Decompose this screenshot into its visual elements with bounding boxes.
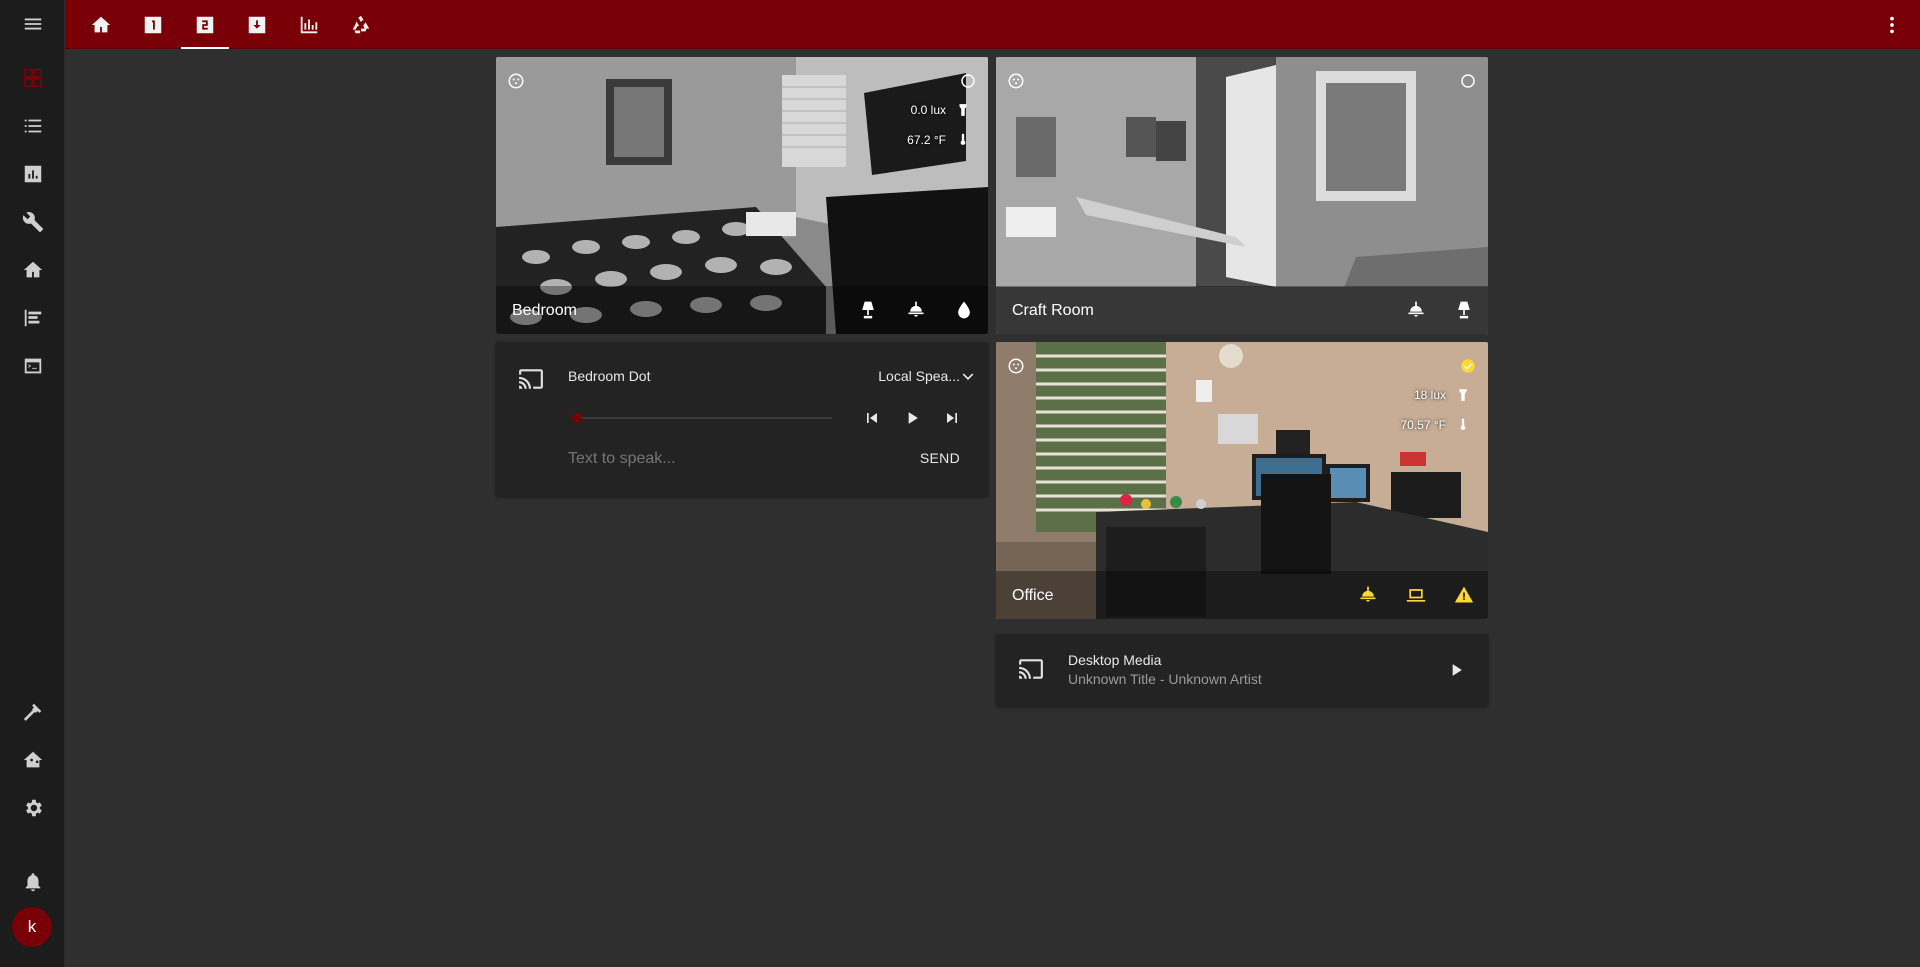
- history-icon: [24, 165, 41, 183]
- home-icon: [91, 16, 111, 32]
- tab-1[interactable]: [129, 0, 177, 49]
- picture-card-craft-room[interactable]: Craft Room: [996, 57, 1488, 334]
- lamp-toggle[interactable]: [1440, 286, 1488, 334]
- overview-icon: [23, 68, 42, 88]
- lamp-icon: [1458, 301, 1470, 319]
- sidebar-item-home[interactable]: [0, 246, 65, 294]
- laptop-toggle[interactable]: [1392, 571, 1440, 619]
- notifications-button[interactable]: [0, 858, 65, 906]
- status-circle-icon[interactable]: [1456, 69, 1480, 93]
- media-subtitle: Unknown Title - Unknown Artist: [1068, 671, 1262, 687]
- dots-vertical-icon: [1890, 16, 1894, 33]
- humidity-toggle[interactable]: [940, 286, 988, 334]
- lux-sensor[interactable]: 18 lux: [1414, 388, 1470, 402]
- laptop-icon: [1406, 589, 1426, 602]
- cast-icon: [1019, 659, 1043, 679]
- ceiling-light-toggle[interactable]: [892, 286, 940, 334]
- numeric-1-box-icon: [144, 16, 162, 33]
- home-assistant-icon: [23, 751, 42, 768]
- gear-icon: [25, 799, 42, 817]
- sidebar-item-overview[interactable]: [0, 54, 65, 102]
- alert-toggle[interactable]: [1440, 571, 1488, 619]
- sidebar-item-developer-tools[interactable]: [0, 688, 65, 736]
- avatar[interactable]: k: [12, 907, 52, 947]
- sidebar-item-grid[interactable]: [0, 294, 65, 342]
- flashlight-icon: [959, 104, 967, 116]
- temperature-value: 67.2 °F: [907, 133, 946, 147]
- ceiling-light-icon: [908, 301, 924, 317]
- numeric-2-box-icon: [196, 16, 214, 33]
- download-box-icon: [248, 16, 266, 33]
- card-title: Office: [1012, 587, 1054, 604]
- ceiling-light-toggle[interactable]: [1344, 571, 1392, 619]
- tab-home[interactable]: [77, 0, 125, 49]
- ceiling-light-toggle[interactable]: [1392, 286, 1440, 334]
- wrench-icon: [22, 212, 43, 233]
- lamp-toggle[interactable]: [844, 286, 892, 334]
- media-player-name: Desktop Media: [1068, 652, 1162, 668]
- ceiling-light-icon: [1360, 586, 1376, 602]
- thermometer-icon: [960, 133, 966, 145]
- top-app-bar: [65, 0, 1920, 49]
- alert-icon: [1454, 586, 1474, 603]
- skip-next-icon[interactable]: [942, 408, 962, 428]
- card-title: Bedroom: [512, 302, 577, 319]
- menu-icon: [24, 18, 41, 30]
- temperature-value: 70.57 °F: [1400, 418, 1447, 432]
- thermometer-icon: [1460, 418, 1466, 430]
- recycle-icon: [352, 15, 370, 33]
- grid-icon: [24, 309, 41, 327]
- flashlight-icon: [1459, 389, 1467, 401]
- sidebar-item-history[interactable]: [0, 150, 65, 198]
- terminal-icon: [24, 358, 41, 374]
- temperature-sensor[interactable]: 70.57 °F: [1401, 418, 1471, 432]
- lux-sensor[interactable]: 0.0 lux: [911, 103, 970, 117]
- progress-handle[interactable]: [572, 413, 582, 423]
- water-icon: [958, 301, 970, 319]
- motion-sensor-icon[interactable]: [1004, 354, 1028, 378]
- motion-sensor-icon[interactable]: [504, 69, 528, 93]
- logbook-icon: [24, 119, 41, 133]
- status-check-icon[interactable]: [1456, 354, 1480, 378]
- tab-statistics[interactable]: [285, 0, 333, 49]
- hammer-icon: [23, 703, 41, 721]
- motion-sensor-icon[interactable]: [1004, 69, 1028, 93]
- sidebar-item-terminal[interactable]: [0, 342, 65, 390]
- sidebar-item-supervisor[interactable]: [0, 736, 65, 784]
- lamp-icon: [862, 301, 874, 319]
- skip-previous-icon[interactable]: [862, 408, 882, 428]
- tab-2[interactable]: [181, 0, 229, 49]
- progress-track[interactable]: [572, 413, 832, 423]
- temperature-sensor[interactable]: 67.2 °F: [907, 133, 970, 147]
- play-icon[interactable]: [1446, 660, 1466, 680]
- play-icon[interactable]: [902, 408, 922, 428]
- media-control-desktop: Desktop Media Unknown Title - Unknown Ar…: [996, 634, 1488, 706]
- menu-toggle-button[interactable]: [0, 0, 65, 48]
- sidebar-item-logbook[interactable]: [0, 102, 65, 150]
- status-circle-icon[interactable]: [956, 69, 980, 93]
- send-button[interactable]: SEND: [920, 450, 960, 466]
- media-control-bedroom-dot: Bedroom Dot Local Spea... SEND: [496, 342, 988, 496]
- card-title: Craft Room: [1012, 302, 1094, 319]
- bar-chart-icon: [300, 16, 318, 33]
- tab-download[interactable]: [233, 0, 281, 49]
- source-select[interactable]: Local Spea...: [878, 368, 960, 384]
- cast-icon: [519, 369, 543, 389]
- lux-value: 0.0 lux: [910, 103, 946, 117]
- lux-value: 18 lux: [1413, 388, 1446, 402]
- bell-icon: [25, 873, 40, 892]
- ceiling-light-icon: [1408, 301, 1424, 317]
- text-to-speak-input[interactable]: [568, 446, 838, 472]
- more-options-button[interactable]: [1872, 0, 1912, 49]
- home-icon: [23, 261, 42, 278]
- picture-card-bedroom[interactable]: 0.0 lux 67.2 °F Bedroom: [496, 57, 988, 334]
- tab-recycle[interactable]: [337, 0, 385, 49]
- sidebar-item-settings[interactable]: [0, 784, 65, 832]
- chevron-down-icon[interactable]: [958, 366, 978, 386]
- sidebar-item-wrench[interactable]: [0, 198, 65, 246]
- sidebar: k: [0, 0, 65, 967]
- media-player-name: Bedroom Dot: [568, 368, 651, 384]
- picture-card-office[interactable]: 18 lux 70.57 °F Office: [996, 342, 1488, 619]
